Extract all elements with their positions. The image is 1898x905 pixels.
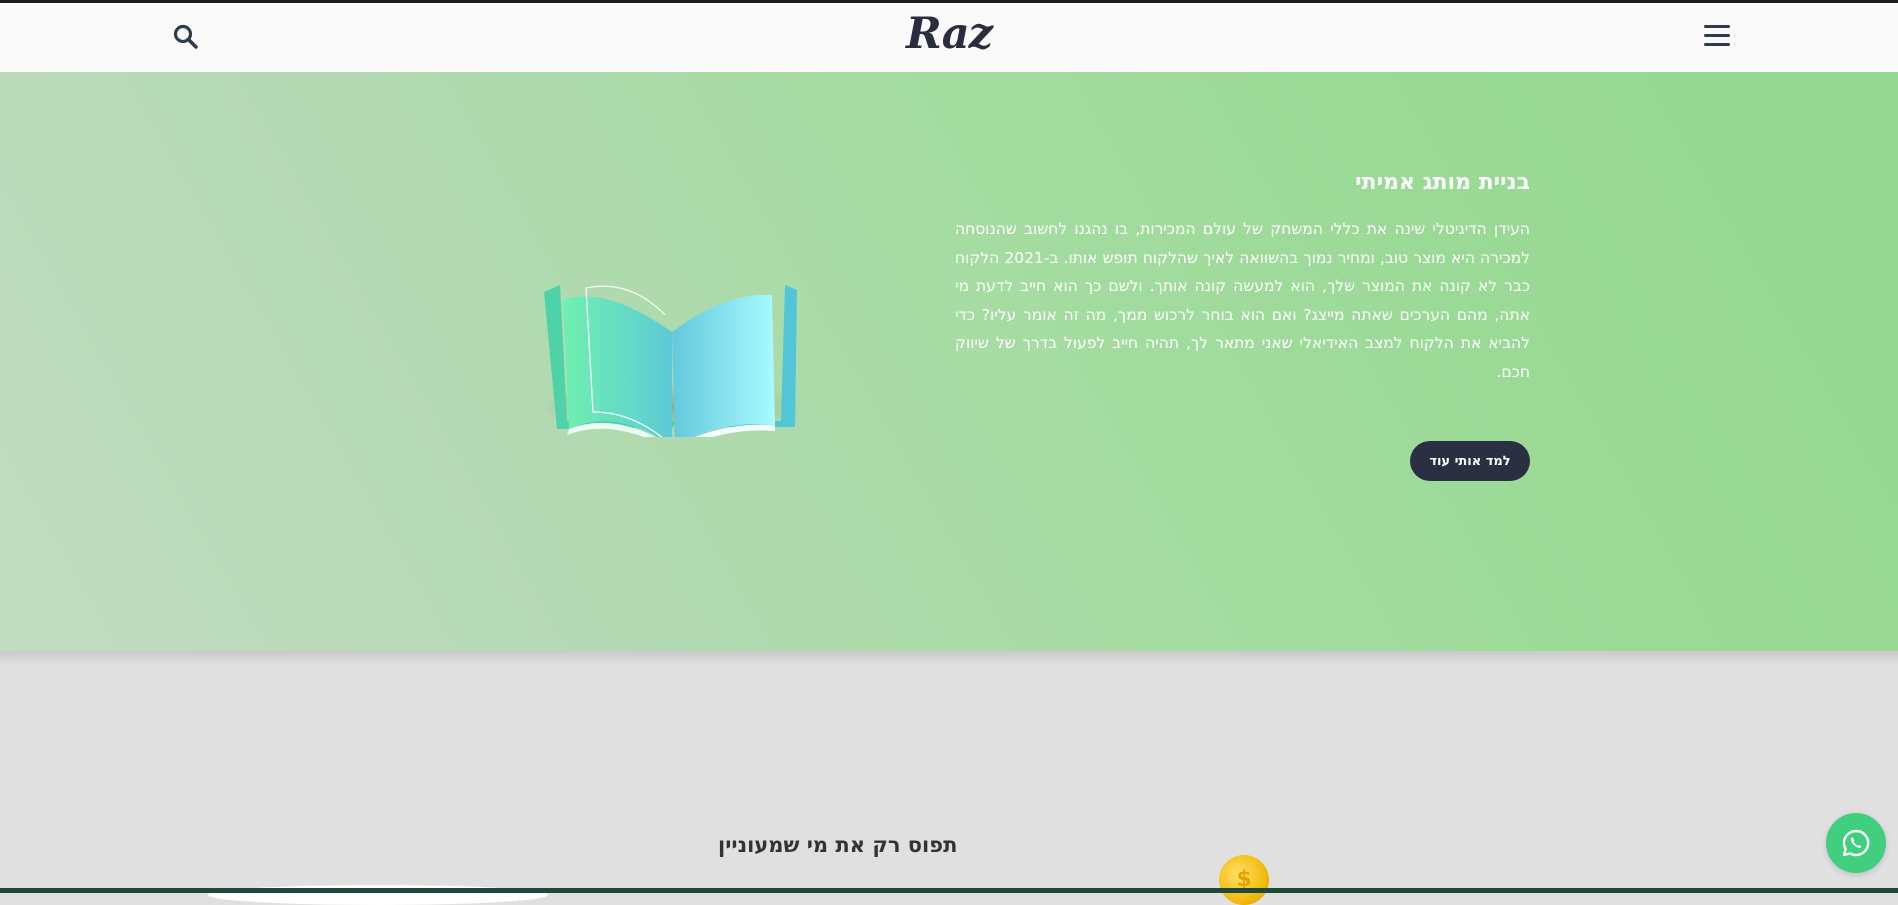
hamburger-menu-icon (1704, 25, 1730, 28)
section-title: תפוס רק את מי שמעוניין (718, 833, 958, 857)
hero-paragraph: העידן הדיגיטלי שינה את כללי המשחק של עול… (955, 220, 1530, 381)
site-header: Raz (0, 3, 1898, 72)
hamburger-menu-button[interactable] (1704, 25, 1730, 49)
hamburger-menu-icon-line (1704, 43, 1730, 46)
coin-icon: $ (1219, 855, 1269, 905)
open-book-icon (537, 285, 807, 437)
site-logo[interactable]: Raz (0, 9, 1898, 59)
bottom-image-strip (0, 888, 1898, 893)
hero-section: בניית מותג אמיתי העידן הדיגיטלי שינה את … (0, 72, 1898, 651)
learn-more-button[interactable]: למד אותי עוד (1410, 441, 1530, 481)
hero-title: בניית מותג אמיתי (1355, 170, 1530, 195)
whatsapp-icon (1842, 829, 1870, 857)
section-divider-shadow (0, 651, 1898, 665)
hamburger-menu-icon-line (1704, 34, 1730, 37)
whatsapp-button[interactable] (1826, 813, 1886, 873)
